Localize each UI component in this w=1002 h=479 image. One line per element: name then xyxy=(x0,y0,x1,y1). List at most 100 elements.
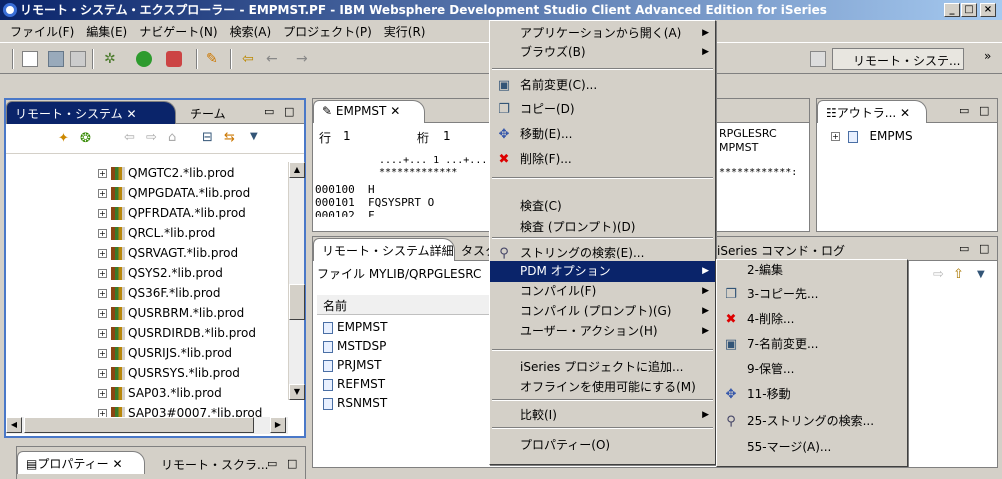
pencil-icon[interactable]: ✎ xyxy=(206,51,222,67)
menu-item[interactable]: ❐ コピー(D) xyxy=(490,99,715,120)
member-row[interactable]: MSTDSP xyxy=(323,336,386,356)
menu-item[interactable]: コンパイル (プロンプト)(G) ▶ xyxy=(490,301,715,322)
new-icon[interactable] xyxy=(22,51,38,67)
menu-item[interactable]: プロパティー(O) xyxy=(490,435,715,456)
expand-icon[interactable]: + xyxy=(98,389,107,398)
close-button[interactable]: × xyxy=(980,3,996,17)
print-icon[interactable] xyxy=(70,51,86,67)
menu-item[interactable]: オフラインを使用可能にする(M) xyxy=(490,377,715,398)
tab-remote-systems[interactable]: リモート・システム ✕ xyxy=(6,101,176,124)
refresh-icon[interactable]: ❂ xyxy=(80,131,91,146)
scroll-down-button[interactable]: ▼ xyxy=(289,384,305,400)
menu-item[interactable]: 2-編集 xyxy=(717,260,907,281)
close-icon[interactable]: ✕ xyxy=(126,107,136,121)
scroll-left-button[interactable]: ◀ xyxy=(6,417,22,433)
tree-item[interactable]: + SAP03.*lib.prod xyxy=(98,383,222,403)
maximize-view-icon[interactable]: □ xyxy=(979,242,989,255)
expand-icon[interactable]: + xyxy=(98,169,107,178)
tree-item[interactable]: + QUSRIJS.*lib.prod xyxy=(98,343,232,363)
run-icon[interactable] xyxy=(136,51,152,67)
minimize-view-icon[interactable]: ▭ xyxy=(959,104,969,117)
expand-icon[interactable]: + xyxy=(98,369,107,378)
maximize-view-icon[interactable]: □ xyxy=(284,105,294,118)
menu-item[interactable]: ▣ 名前変更(C)... xyxy=(490,75,715,96)
menu-item[interactable]: ✥ 移動(E)... xyxy=(490,124,715,145)
scroll-up-button[interactable]: ▲ xyxy=(289,162,305,178)
member-row[interactable]: RSNMST xyxy=(323,393,387,413)
maximize-button[interactable]: □ xyxy=(961,3,977,17)
column-header-name[interactable]: 名前 xyxy=(317,295,507,315)
collapse-all-icon[interactable]: ⊟ xyxy=(202,130,213,145)
tree-item[interactable]: + QUSRDIRDB.*lib.prod xyxy=(98,323,256,343)
back-icon[interactable]: ⇦ xyxy=(124,130,135,145)
expand-icon[interactable]: + xyxy=(98,229,107,238)
tree-item[interactable]: + QMPGDATA.*lib.prod xyxy=(98,183,250,203)
minimize-button[interactable]: _ xyxy=(944,3,960,17)
minimize-view-icon[interactable]: ▭ xyxy=(959,242,969,255)
menu-item[interactable]: ▣ 7-名前変更... xyxy=(717,334,907,355)
close-icon[interactable]: ✕ xyxy=(900,106,910,120)
forward-icon[interactable]: ⇨ xyxy=(146,130,157,145)
tree-item[interactable]: + QPFRDATA.*lib.prod xyxy=(98,203,246,223)
scroll-thumb[interactable] xyxy=(289,284,305,320)
menu-item[interactable]: ❐ 3-コピー先... xyxy=(717,284,907,305)
menu-item[interactable]: 55-マージ(A)... xyxy=(717,437,907,458)
expand-icon[interactable]: + xyxy=(98,349,107,358)
tab-remote-scratchpad[interactable]: リモート・スクラ... xyxy=(155,455,274,474)
expand-icon[interactable]: + xyxy=(98,289,107,298)
member-row[interactable]: EMPMST xyxy=(323,317,387,337)
outline-item[interactable]: + EMPMS xyxy=(831,129,913,143)
tree-item[interactable]: + QRCL.*lib.prod xyxy=(98,223,215,243)
minimize-view-icon[interactable]: ▭ xyxy=(267,457,277,470)
tree-item[interactable]: + QSRVAGT.*lib.prod xyxy=(98,243,238,263)
menu-search[interactable]: 検索(A) xyxy=(224,23,278,40)
save-icon[interactable] xyxy=(48,51,64,67)
menu-item[interactable]: ✖ 4-削除... xyxy=(717,309,907,330)
menu-item[interactable]: 検査 (プロンプト)(D) xyxy=(490,217,715,238)
tab-outline[interactable]: ☷アウトラ... ✕ xyxy=(817,100,927,123)
open-perspective-icon[interactable] xyxy=(810,51,826,67)
toolbar-overflow[interactable]: » xyxy=(984,49,991,63)
tab-iseries-command-log[interactable]: iSeries コマンド・ログ xyxy=(711,241,851,260)
minimize-view-icon[interactable]: ▭ xyxy=(264,105,274,118)
menu-item[interactable]: ブラウズ(B) ▶ xyxy=(490,42,715,63)
back-icon[interactable]: ← xyxy=(266,51,282,67)
tree-item[interactable]: + QMGTC2.*lib.prod xyxy=(98,163,234,183)
scroll-right-button[interactable]: ▶ xyxy=(270,417,286,433)
menu-item[interactable]: アプリケーションから開く(A) ▶ xyxy=(490,23,715,44)
expand-icon[interactable]: + xyxy=(98,329,107,338)
external-tools-icon[interactable] xyxy=(166,51,182,67)
tree-item[interactable]: + SAP03#0007.*lib.prod xyxy=(98,403,262,417)
menu-item[interactable]: 検査(C) xyxy=(490,196,715,217)
expand-icon[interactable]: + xyxy=(98,409,107,417)
forward-icon[interactable]: ⇨ xyxy=(933,267,944,282)
expand-icon[interactable]: + xyxy=(831,132,840,141)
menu-item[interactable]: ユーザー・アクション(H) ▶ xyxy=(490,321,715,342)
menu-item[interactable]: ⚲ 25-ストリングの検索... xyxy=(717,411,907,432)
maximize-view-icon[interactable]: □ xyxy=(979,104,989,117)
menu-navigate[interactable]: ナビゲート(N) xyxy=(133,23,223,40)
expand-icon[interactable]: + xyxy=(98,269,107,278)
debug-icon[interactable]: ✲ xyxy=(104,51,120,67)
expand-icon[interactable]: + xyxy=(98,249,107,258)
tree-horizontal-scrollbar[interactable]: ◀ ▶ xyxy=(6,417,288,434)
tab-team[interactable]: チーム xyxy=(184,104,232,123)
menu-file[interactable]: ファイル(F) xyxy=(4,23,80,40)
tree-item[interactable]: + QUSRBRM.*lib.prod xyxy=(98,303,244,323)
new-connection-icon[interactable]: ✦ xyxy=(58,131,69,146)
home-icon[interactable]: ⌂ xyxy=(168,130,176,145)
member-row[interactable]: REFMST xyxy=(323,374,385,394)
member-row[interactable]: PRJMST xyxy=(323,355,381,375)
tree-item[interactable]: + QUSRSYS.*lib.prod xyxy=(98,363,240,383)
menu-edit[interactable]: 編集(E) xyxy=(80,23,133,40)
menu-project[interactable]: プロジェクト(P) xyxy=(277,23,378,40)
expand-icon[interactable]: + xyxy=(98,189,107,198)
forward-icon[interactable]: → xyxy=(296,51,312,67)
menu-item[interactable]: 9-保管... xyxy=(717,359,907,380)
menu-item[interactable]: ✥ 11-移動 xyxy=(717,384,907,405)
tab-properties[interactable]: ▤プロパティー ✕ xyxy=(17,451,145,474)
expand-icon[interactable]: + xyxy=(98,209,107,218)
perspective-button[interactable]: リモート・システ... xyxy=(832,48,964,70)
tree-item[interactable]: + QSYS2.*lib.prod xyxy=(98,263,223,283)
menu-item[interactable]: PDM オプション ▶ xyxy=(490,261,715,282)
